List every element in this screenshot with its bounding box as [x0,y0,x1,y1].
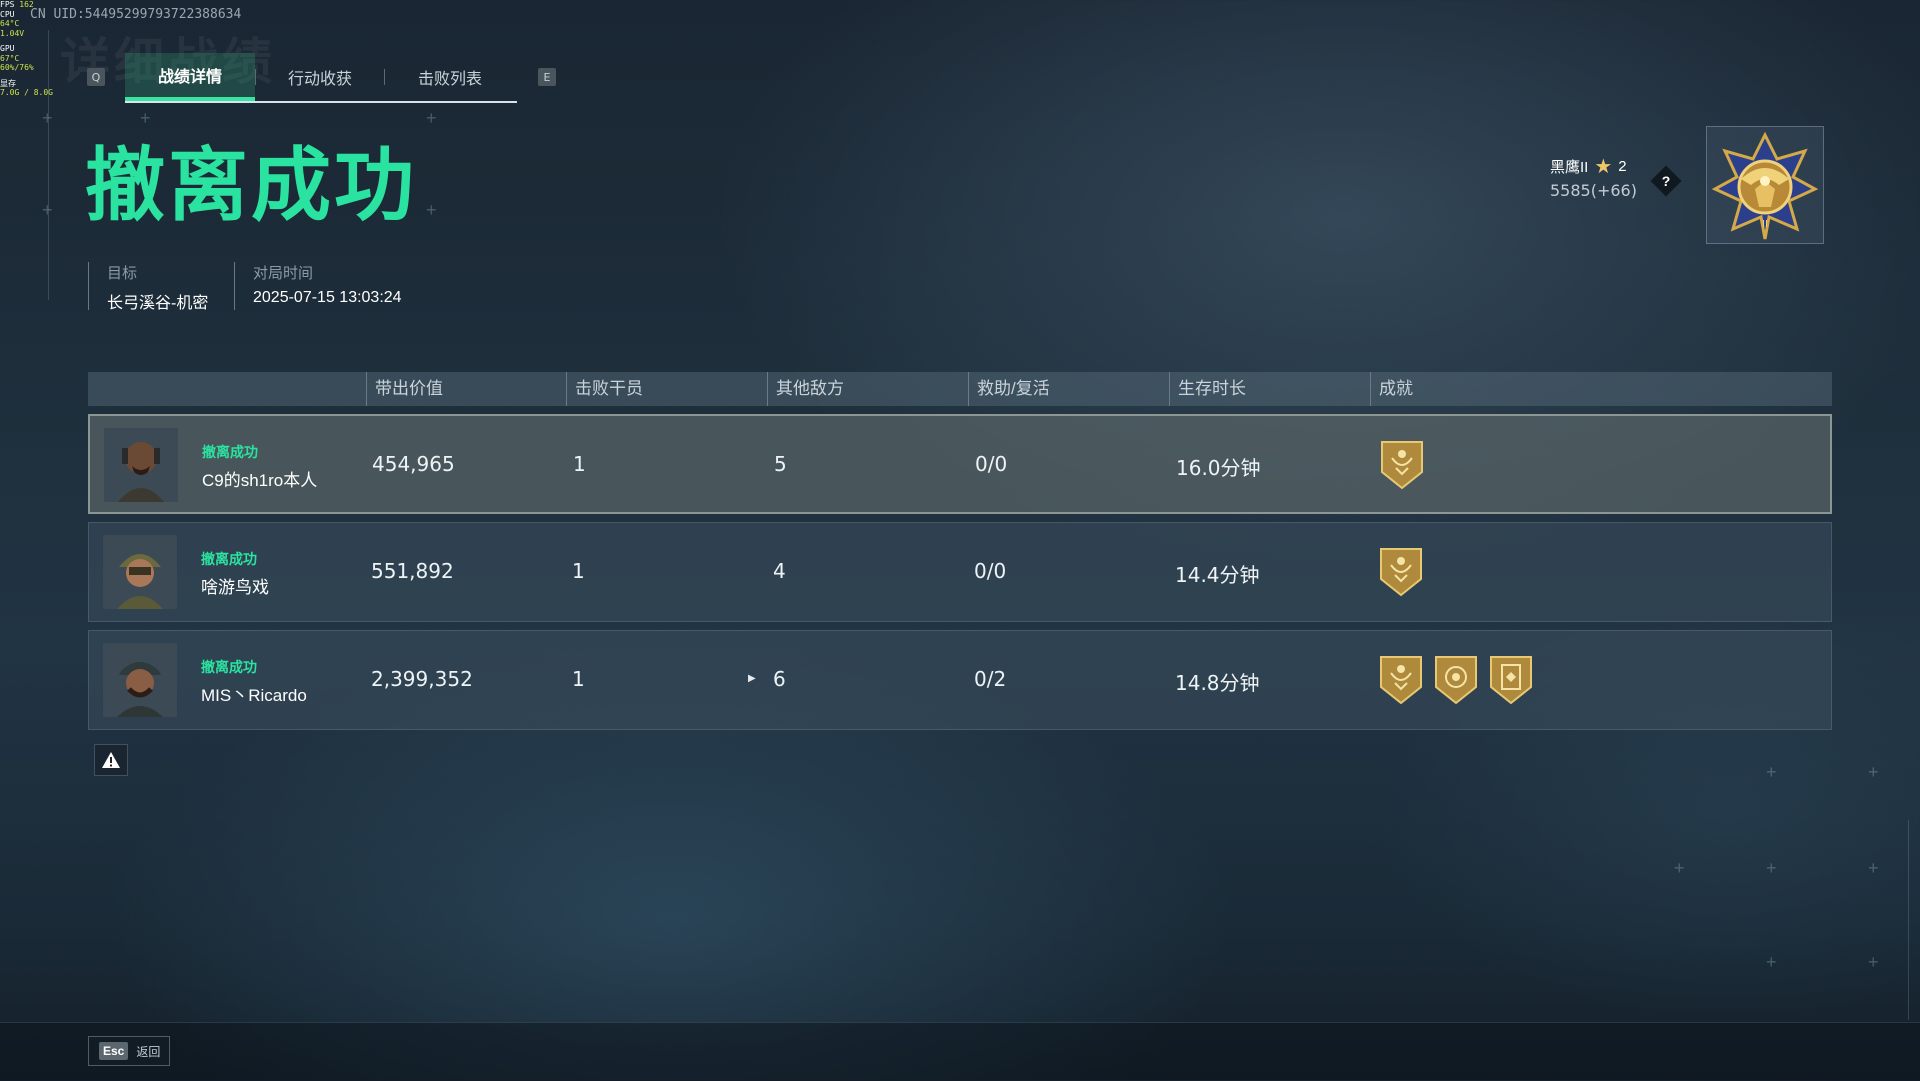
card-badge-icon[interactable] [1487,653,1535,707]
result-title: 撤离成功 [85,141,417,230]
kills-value: 1 [573,452,586,476]
rank-help-button[interactable]: ? [1650,165,1682,197]
row-status: 撤离成功 [201,659,257,675]
cpu-volt: 1.04V [0,28,25,38]
header-kills: 击败干员 [566,372,643,406]
header-survival: 生存时长 [1169,372,1246,406]
expand-arrow-icon[interactable]: ▶ [748,673,756,684]
header-others: 其他敌方 [767,372,844,406]
fps-label: FPS [0,0,15,9]
tab-label: 战绩详情 [157,69,222,86]
crosshair-icon: + [1868,952,1879,972]
header-achievements: 成就 [1370,372,1413,406]
rank-info: 黑鹰II ★ 2 5585(+66) [1550,155,1637,201]
table-row-self[interactable]: 撤离成功 C9的sh1ro本人 454,965 1 5 0/0 16.0分钟 [88,414,1832,514]
match-time-label: 对局时间 [253,265,314,282]
player-name: 啥游鸟戏 [201,578,269,597]
table-row[interactable]: 撤离成功 MIS丶Ricardo 2,399,352 1 ▶ 6 0/2 14.… [88,630,1832,730]
survival-value: 14.4分钟 [1175,563,1260,587]
player-name: MIS丶Ricardo [201,686,307,705]
avatar [103,643,177,717]
crosshair-icon: + [1766,952,1777,972]
crosshair-icon: + [1766,858,1777,878]
table-row[interactable]: 撤离成功 啥游鸟戏 551,892 1 4 0/0 14.4分钟 [88,522,1832,622]
assists-value: 0/2 [974,667,1007,691]
question-icon: ? [1661,173,1671,189]
target-badge-icon[interactable] [1432,653,1480,707]
tab-kill-list[interactable]: 击败列表 [385,53,515,101]
warning-icon [102,752,120,768]
back-label: 返回 [136,1044,161,1059]
tab-divider [255,69,256,85]
tab-label: 击败列表 [417,71,482,88]
header-assists: 救助/复活 [968,372,1050,406]
gpu-temp: 67°C [0,53,20,63]
row-status: 撤离成功 [202,444,258,460]
avatar [104,428,178,502]
user-uid: CN UID:5449529979372238863​4 [30,7,242,22]
shield-badge-icon[interactable] [1377,653,1425,707]
esc-key: Esc [99,1042,129,1060]
crosshair-icon: + [1868,858,1879,878]
others-value: 5 [774,452,787,476]
svg-text:II: II [1762,219,1768,230]
extract-value: 2,399,352 [371,667,473,691]
crosshair-icon: + [426,200,437,220]
mem-value: 7.0G / 8.0G [0,88,53,97]
footer-bar [0,1022,1920,1081]
prev-tab-key[interactable]: Q [87,68,105,86]
rank-score: 5585(+66) [1550,181,1637,200]
score-table-header: 带出价值 击败干员 其他敌方 救助/复活 生存时长 成就 [88,372,1832,406]
crosshair-icon: + [1766,762,1777,782]
kills-value: 1 [572,667,585,691]
match-time-info: 对局时间 2025-07-15 13:03:24 [234,262,402,310]
crosshair-icon: + [140,108,151,128]
assists-value: 0/0 [975,452,1008,476]
assists-value: 0/0 [974,559,1007,583]
others-value: 6 [773,667,786,691]
avatar [103,535,177,609]
decor-rail-right [1908,820,1909,1020]
rank-badge-frame[interactable]: II [1706,126,1824,244]
decor-rail-left [48,30,49,300]
player-name: C9的sh1ro本人 [202,471,318,490]
crosshair-icon: + [1674,858,1685,878]
eagle-rank-badge-icon: II [1711,131,1819,240]
others-value: 4 [773,559,786,583]
extract-value: 454,965 [372,452,455,476]
survival-value: 14.8分钟 [1175,671,1260,695]
mem-label: 显存 [0,78,16,88]
tab-operation-loot[interactable]: 行动收获 [255,53,385,101]
shield-badge-icon[interactable] [1377,545,1425,599]
tab-bar: 战绩详情 行动收获 击败列表 [125,53,517,103]
target-label: 目标 [107,265,138,282]
survival-value: 16.0分钟 [1176,456,1261,480]
back-button[interactable]: Esc 返回 [88,1036,170,1066]
next-tab-key[interactable]: E [538,68,556,86]
rank-name: 黑鹰II [1550,159,1589,176]
header-value: 带出价值 [366,372,443,406]
gpu-usage: 60%/76% [0,63,34,72]
match-time-value: 2025-07-15 13:03:24 [253,289,402,306]
shield-badge-icon[interactable] [1378,438,1426,492]
target-value: 长弓溪谷-机密 [107,295,209,312]
crosshair-icon: + [42,200,53,220]
row-status: 撤离成功 [201,551,257,567]
crosshair-icon: + [42,108,53,128]
target-info: 目标 长弓溪谷-机密 [88,262,209,312]
rank-stars: 2 [1618,158,1627,175]
star-icon: ★ [1594,155,1613,178]
report-button[interactable] [94,744,128,776]
tab-label: 行动收获 [287,71,352,88]
gpu-label: GPU [0,44,15,53]
extract-value: 551,892 [371,559,454,583]
tab-battle-details[interactable]: 战绩详情 [125,53,255,101]
crosshair-icon: + [1868,762,1879,782]
kills-value: 1 [572,559,585,583]
crosshair-icon: + [426,108,437,128]
